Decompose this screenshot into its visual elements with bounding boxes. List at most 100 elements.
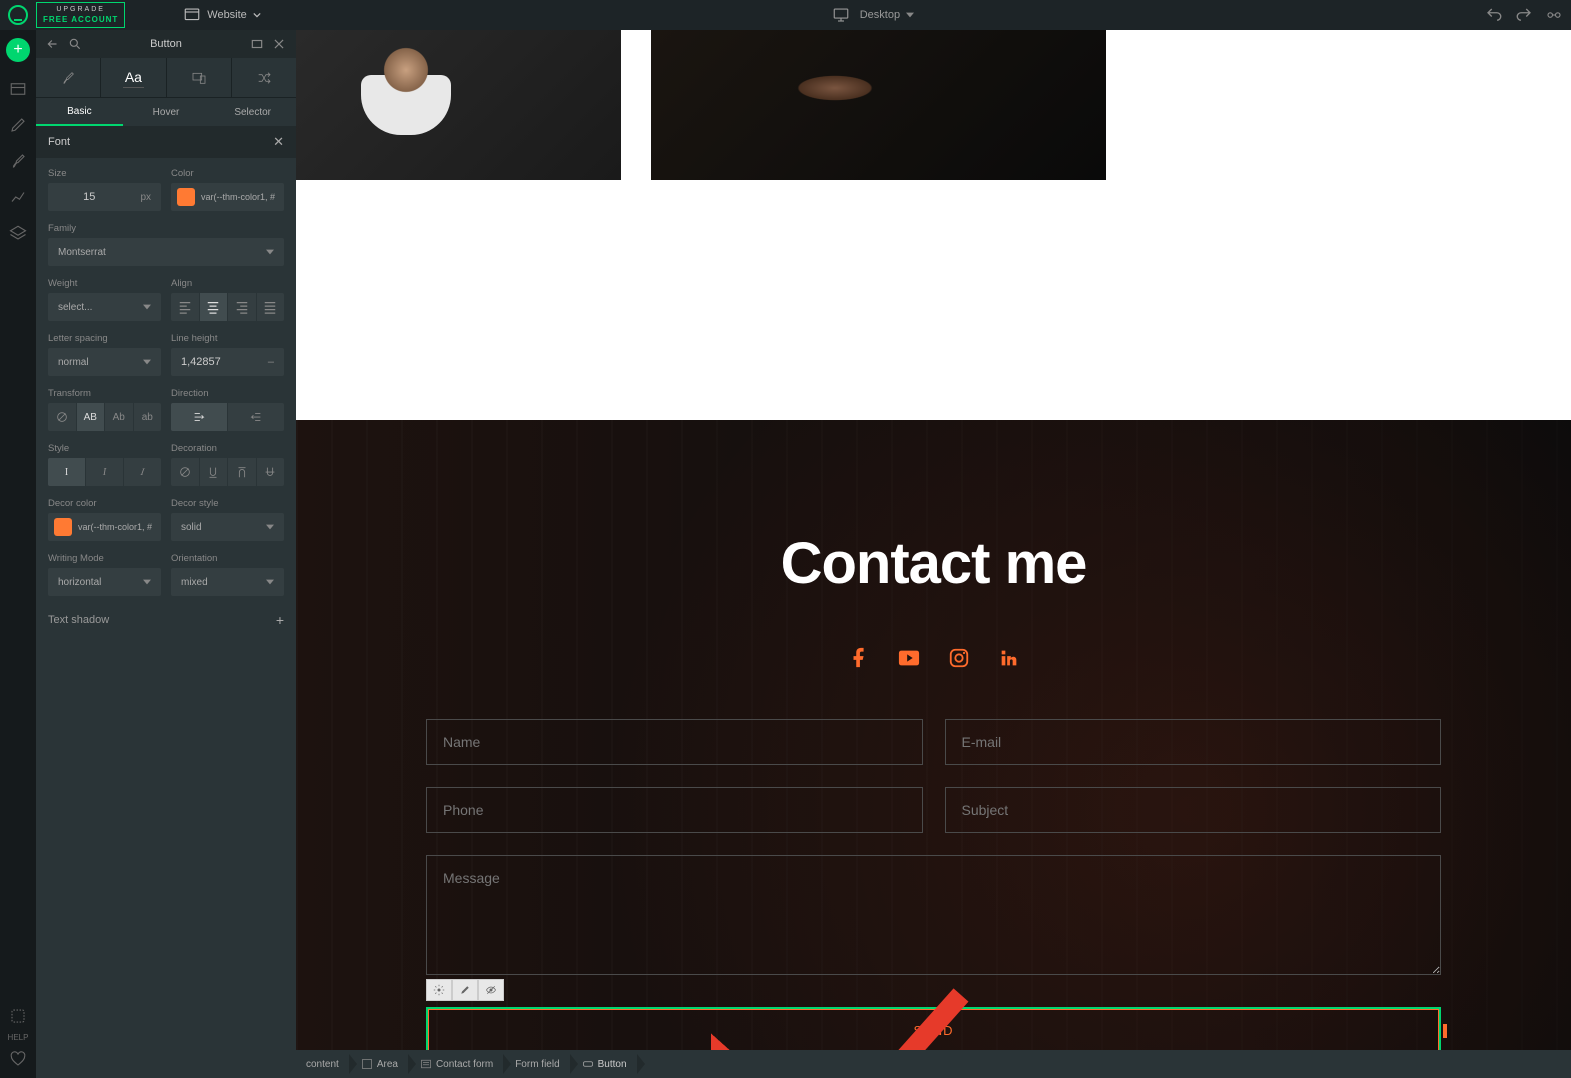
tab-shuffle[interactable] (232, 58, 296, 97)
state-tab-hover[interactable]: Hover (123, 98, 210, 126)
direction-rtl-button[interactable] (228, 403, 284, 431)
transform-upper-button[interactable]: AB (77, 403, 106, 431)
brush-icon[interactable] (9, 152, 27, 170)
sections-icon[interactable] (9, 80, 27, 98)
color-label: Color (171, 168, 284, 179)
weight-select[interactable]: select... (48, 293, 161, 321)
decorstyle-select[interactable]: solid (171, 513, 284, 541)
control-settings-button[interactable] (426, 979, 452, 1001)
facebook-icon[interactable] (848, 647, 870, 669)
upgrade-line2: FREE ACCOUNT (43, 15, 118, 25)
decorcolor-label: Decor color (48, 498, 161, 509)
style-italic-button[interactable]: I (86, 458, 124, 486)
size-label: Size (48, 168, 161, 179)
top-bar: UPGRADE FREE ACCOUNT Website Desktop (0, 0, 1571, 30)
style-label: Style (48, 443, 161, 454)
lineheight-input[interactable] (171, 356, 258, 368)
align-left-button[interactable] (171, 293, 200, 321)
layers-icon[interactable] (9, 224, 27, 242)
devices-icon (189, 70, 209, 86)
contact-title[interactable]: Contact me (426, 530, 1441, 597)
redo-icon[interactable] (1515, 6, 1533, 24)
align-right-button[interactable] (228, 293, 257, 321)
section-label: Font (48, 136, 70, 148)
topbar-left: UPGRADE FREE ACCOUNT Website (8, 2, 261, 28)
close-icon[interactable] (272, 37, 286, 51)
gallery-image-1[interactable] (296, 30, 621, 180)
state-tab-basic[interactable]: Basic (36, 98, 123, 126)
social-icons (426, 647, 1441, 669)
decorstyle-label: Decor style (171, 498, 284, 509)
deco-strike-button[interactable] (257, 458, 285, 486)
writingmode-select[interactable]: horizontal (48, 568, 161, 596)
color-picker[interactable]: var(--thm-color1, # (171, 183, 284, 211)
youtube-icon[interactable] (898, 647, 920, 669)
size-unit[interactable]: px (130, 192, 161, 203)
deco-underline-button[interactable] (200, 458, 229, 486)
section-close-icon[interactable]: ✕ (273, 134, 284, 150)
phone-field[interactable] (426, 787, 923, 833)
rail-bottom: HELP (8, 1007, 29, 1078)
contact-section[interactable]: Contact me SEND (296, 420, 1571, 1050)
crumb-form[interactable]: Contact form (410, 1050, 505, 1078)
help-icon[interactable] (9, 1007, 27, 1025)
orientation-select[interactable]: mixed (171, 568, 284, 596)
decorcolor-swatch (54, 518, 72, 536)
upgrade-button[interactable]: UPGRADE FREE ACCOUNT (36, 2, 125, 28)
lineheight-unit[interactable]: – (258, 356, 284, 368)
message-field[interactable] (426, 855, 1441, 975)
area-icon (361, 1058, 373, 1070)
linkedin-icon[interactable] (998, 647, 1020, 669)
help-label: HELP (8, 1033, 29, 1042)
subject-field[interactable] (945, 787, 1442, 833)
resize-handle-right[interactable] (1443, 1024, 1447, 1038)
edit-icon[interactable] (9, 116, 27, 134)
style-oblique-button[interactable]: I (122, 458, 161, 486)
decorcolor-picker[interactable]: var(--thm-color1, # (48, 513, 161, 541)
transform-none-button[interactable] (48, 403, 77, 431)
add-shadow-button[interactable]: + (276, 612, 284, 628)
family-select[interactable]: Montserrat (48, 238, 284, 266)
expand-icon[interactable] (250, 37, 264, 51)
panel-title: Button (92, 38, 240, 50)
align-center-button[interactable] (200, 293, 229, 321)
undo-icon[interactable] (1485, 6, 1503, 24)
back-icon[interactable] (46, 37, 60, 51)
instagram-icon[interactable] (948, 647, 970, 669)
send-button[interactable]: SEND (426, 1007, 1441, 1050)
tab-brush[interactable] (36, 58, 101, 97)
email-field[interactable] (945, 719, 1442, 765)
crumb-label: Contact form (436, 1059, 493, 1070)
transform-lower-button[interactable]: ab (134, 403, 162, 431)
align-justify-button[interactable] (257, 293, 285, 321)
size-input[interactable] (48, 191, 130, 203)
control-edit-button[interactable] (452, 979, 478, 1001)
preview-icon[interactable] (1545, 6, 1563, 24)
website-dropdown[interactable]: Website (183, 6, 261, 24)
direction-ltr-button[interactable] (171, 403, 228, 431)
letterspacing-select[interactable]: normal (48, 348, 161, 376)
viewport-dropdown[interactable]: Desktop (860, 9, 914, 21)
tab-responsive[interactable] (167, 58, 232, 97)
canvas-area[interactable]: Contact me SEND (296, 30, 1571, 1050)
heart-icon[interactable] (9, 1050, 27, 1068)
chevron-down-icon (906, 11, 914, 19)
state-tab-selector[interactable]: Selector (209, 98, 296, 126)
deco-none-button[interactable] (171, 458, 200, 486)
gallery-image-2[interactable] (651, 30, 1106, 180)
deco-overline-button[interactable] (228, 458, 257, 486)
name-field[interactable] (426, 719, 923, 765)
tab-typography[interactable]: Aa (101, 58, 166, 97)
crumb-content[interactable]: content (296, 1050, 351, 1078)
control-hide-button[interactable] (478, 979, 504, 1001)
crumb-area[interactable]: Area (351, 1050, 410, 1078)
style-normal-button[interactable]: I (48, 458, 86, 486)
orientation-value: mixed (181, 577, 208, 588)
search-icon[interactable] (68, 37, 82, 51)
crumb-field[interactable]: Form field (505, 1050, 571, 1078)
add-element-button[interactable]: + (6, 38, 30, 62)
logo-icon[interactable] (8, 5, 28, 25)
stats-icon[interactable] (9, 188, 27, 206)
transform-cap-button[interactable]: Ab (105, 403, 134, 431)
crumb-button[interactable]: Button (572, 1050, 639, 1078)
